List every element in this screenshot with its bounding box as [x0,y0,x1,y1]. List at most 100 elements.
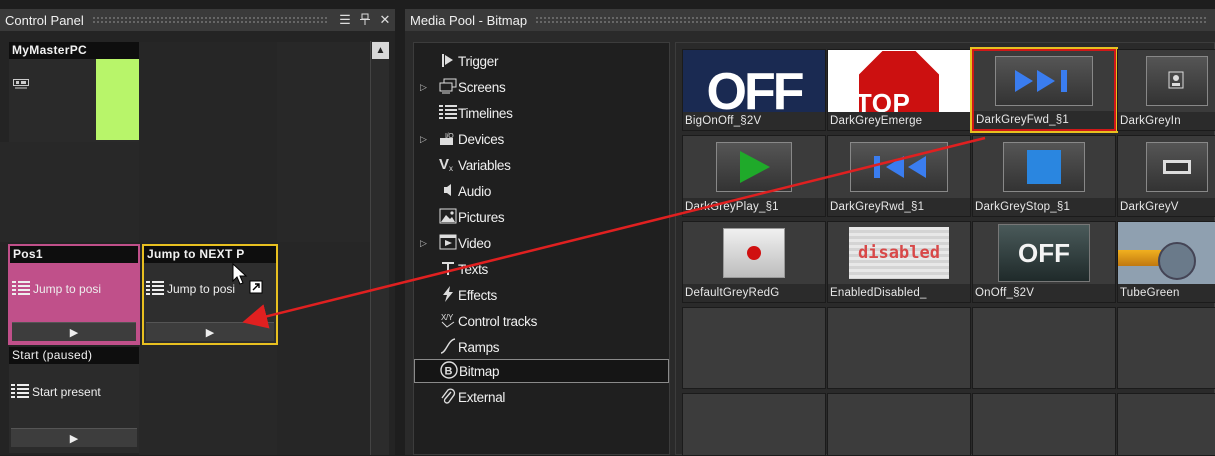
timeline-icon [12,280,30,298]
bitmap-thumbnail: OFF [973,222,1115,284]
tree-item-variables[interactable]: Vx Variables [414,153,669,177]
bitmap-tile[interactable]: DarkGreyPlay_§1 [682,135,826,217]
empty-slot[interactable] [682,393,826,456]
tree-item-ramps[interactable]: Ramps [414,335,669,359]
bitmap-tile[interactable]: DefaultGreyRedG [682,221,826,303]
bitmap-name: DarkGreyV [1118,198,1215,216]
empty-slot[interactable] [827,393,971,456]
bitmap-thumbnail: disabled [828,222,970,284]
tree-item-timelines[interactable]: Timelines [414,101,669,125]
tree-label: Variables [458,157,511,173]
bitmap-name: DefaultGreyRedG [683,284,825,302]
menu-icon[interactable]: ☰ [335,12,355,28]
bitmap-name: TubeGreen [1118,284,1215,302]
tree-item-texts[interactable]: Texts [414,257,669,281]
pc-icon [13,78,29,92]
start-paused-play-button[interactable]: ▶ [11,428,137,447]
timeline-icon [146,280,164,298]
timelines-icon [438,104,458,122]
control-tracks-icon: X/Y [438,312,458,331]
pos1-description: Jump to posi [33,282,102,296]
bitmap-tile[interactable]: DarkGreyStop_§1 [972,135,1116,217]
bitmap-tile[interactable]: DarkGreyIn [1117,49,1215,131]
control-panel-title: Control Panel [5,12,84,28]
control-panel-titlebar: Control Panel ☰ ✕ [0,9,395,31]
empty-slot[interactable] [972,307,1116,389]
fast-forward-icon [1015,70,1067,92]
start-paused-cue-cell[interactable]: Start (paused) Start present ▶ [9,347,139,453]
stop-square-icon [1027,150,1061,184]
bitmap-thumbnail: OFF [683,50,825,121]
bitmap-thumbnail: STOP [828,50,970,118]
bitmap-name: DarkGreyPlay_§1 [683,198,825,216]
jump-next-play-button[interactable]: ▶ [146,322,274,341]
pin-icon[interactable] [355,13,375,28]
tree-label: Timelines [458,105,513,121]
effects-icon [438,285,458,305]
master-pc-cell[interactable]: MyMasterPC [9,42,139,142]
media-pool-title: Media Pool - Bitmap [410,12,528,28]
titlebar-grip[interactable] [91,15,327,25]
empty-slot[interactable] [1117,307,1215,389]
pos1-play-button[interactable]: ▶ [12,322,136,341]
scroll-up-button[interactable]: ▲ [372,42,389,59]
tree-item-video[interactable]: ▷ Video [414,231,669,255]
bitmap-thumbnail [974,51,1114,111]
expand-arrow-icon[interactable]: ▷ [420,134,427,145]
tree-label: Pictures [458,209,505,225]
empty-slot[interactable] [827,307,971,389]
tree-item-bitmap[interactable]: B Bitmap [414,359,669,383]
tree-item-control-tracks[interactable]: X/Y Control tracks [414,309,669,333]
tree-item-external[interactable]: External [414,385,669,409]
titlebar-grip[interactable] [535,15,1207,25]
bitmap-tile-selected[interactable]: DarkGreyFwd_§1 [972,49,1116,131]
empty-cell[interactable] [0,142,139,242]
empty-cell[interactable] [139,345,277,455]
svg-text:x: x [449,164,453,172]
empty-cell[interactable] [277,242,370,345]
empty-slot[interactable] [1117,393,1215,456]
screens-icon [438,78,458,97]
bitmap-tile[interactable]: DarkGreyRwd_§1 [827,135,971,217]
bitmap-tile[interactable]: OFF OnOff_§2V [972,221,1116,303]
bitmap-tile[interactable]: disabled EnabledDisabled_ [827,221,971,303]
bitmap-name: DarkGreyIn [1118,112,1215,130]
tree-item-audio[interactable]: Audio [414,179,669,203]
empty-cell[interactable] [277,42,370,142]
tree-item-screens[interactable]: ▷ Screens [414,75,669,99]
tree-item-devices[interactable]: ▷ I/O Devices [414,127,669,151]
bitmap-tile[interactable]: DarkGreyV [1117,135,1215,217]
empty-cell[interactable] [139,142,277,242]
empty-cell[interactable] [277,142,370,242]
bitmap-thumbnail [683,222,825,284]
expand-arrow-icon[interactable]: ▷ [420,82,427,93]
media-pool-titlebar: Media Pool - Bitmap [405,9,1215,31]
audio-icon [438,183,458,200]
close-icon[interactable]: ✕ [375,12,395,28]
rewind-icon [874,156,926,178]
tree-label: Devices [458,131,504,147]
jump-next-description: Jump to posi [167,282,236,296]
tree-label: Trigger [458,53,499,69]
empty-cell[interactable] [139,42,277,142]
empty-slot[interactable] [972,393,1116,456]
expand-arrow-icon[interactable]: ▷ [420,238,427,249]
start-paused-description: Start present [32,385,101,399]
bitmap-thumbnail [828,136,970,198]
tree-item-effects[interactable]: Effects [414,283,669,307]
svg-text:B: B [445,365,453,377]
control-panel-scrollbar[interactable]: ▲ [370,41,389,455]
pos1-cue-cell[interactable]: Pos1 Jump to posi ▶ [8,244,140,345]
bitmap-tile[interactable]: STOP DarkGreyEmerge [827,49,971,131]
empty-cell[interactable] [277,345,370,455]
master-pc-label: MyMasterPC [9,42,139,59]
media-tree: Trigger ▷ Screens Timelines ▷ I/O Device… [413,42,670,455]
tree-item-trigger[interactable]: Trigger [414,49,669,73]
tree-item-pictures[interactable]: Pictures [414,205,669,229]
bitmap-tile[interactable]: OFF BigOnOff_§2V [682,49,826,131]
empty-slot[interactable] [682,307,826,389]
pos1-label: Pos1 [10,246,138,263]
bitmap-tile[interactable]: TubeGreen [1117,221,1215,303]
tree-label: Video [458,235,491,251]
bitmap-thumbnail [1118,50,1215,112]
